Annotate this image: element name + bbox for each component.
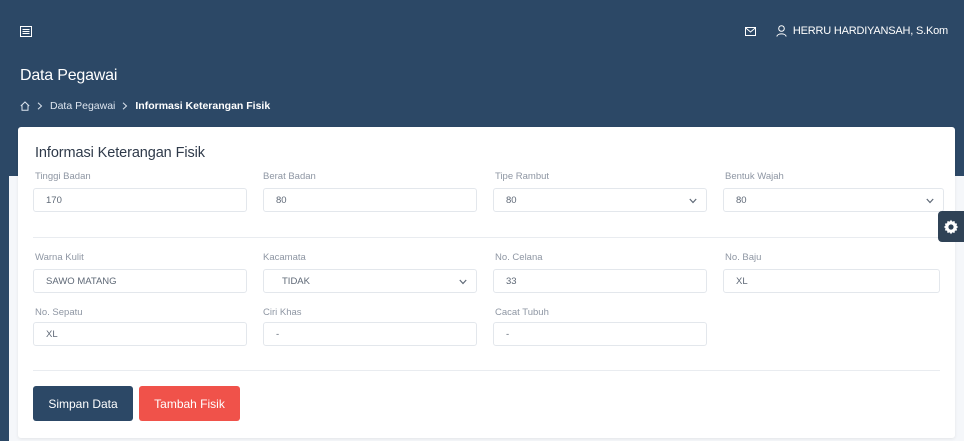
settings-button[interactable] bbox=[938, 211, 964, 242]
chevron-right-icon bbox=[123, 102, 128, 110]
kacamata-label: Kacamata bbox=[263, 252, 306, 263]
tipe-rambut-value: 80 bbox=[506, 194, 517, 206]
warna-kulit-input[interactable]: SAWO MATANG bbox=[33, 269, 247, 293]
cacat-tubuh-value: - bbox=[506, 328, 510, 340]
actions-divider bbox=[33, 370, 940, 371]
topbar-actions: HERRU HARDIYANSAH, S.Kom bbox=[744, 24, 948, 38]
section-divider bbox=[33, 237, 940, 238]
warna-kulit-value: SAWO MATANG bbox=[46, 275, 117, 287]
chevron-right-icon bbox=[37, 102, 43, 110]
kacamata-value: TIDAK bbox=[282, 275, 310, 287]
ciri-khas-input[interactable]: - bbox=[263, 322, 477, 346]
no-baju-input[interactable]: XL bbox=[723, 269, 940, 293]
page-title: Data Pegawai bbox=[20, 67, 118, 84]
berat-badan-input[interactable]: 80 bbox=[263, 188, 477, 212]
breadcrumb-link[interactable]: Data Pegawai bbox=[50, 100, 115, 112]
no-sepatu-value: XL bbox=[46, 328, 58, 340]
menu-icon[interactable] bbox=[20, 26, 32, 37]
berat-badan-label: Berat Badan bbox=[263, 171, 316, 182]
chevron-down-icon bbox=[926, 198, 934, 204]
berat-badan-value: 80 bbox=[276, 194, 287, 206]
save-button[interactable]: Simpan Data bbox=[33, 386, 133, 421]
home-icon[interactable] bbox=[20, 101, 30, 111]
tinggi-badan-input[interactable]: 170 bbox=[33, 188, 247, 212]
section-title: Informasi Keterangan Fisik bbox=[35, 145, 205, 161]
tinggi-badan-label: Tinggi Badan bbox=[35, 171, 91, 182]
bentuk-wajah-value: 80 bbox=[736, 194, 747, 206]
tipe-rambut-label: Tipe Rambut bbox=[495, 171, 550, 182]
chevron-down-icon bbox=[459, 279, 467, 285]
no-sepatu-label: No. Sepatu bbox=[35, 307, 83, 318]
warna-kulit-label: Warna Kulit bbox=[35, 252, 84, 263]
user-icon[interactable] bbox=[776, 25, 787, 37]
bentuk-wajah-select[interactable]: 80 bbox=[723, 188, 944, 212]
ciri-khas-label: Ciri Khas bbox=[263, 307, 302, 318]
kacamata-select[interactable]: TIDAK bbox=[263, 269, 477, 293]
cacat-tubuh-input[interactable]: - bbox=[493, 322, 707, 346]
ciri-khas-value: - bbox=[276, 328, 280, 340]
no-sepatu-input[interactable]: XL bbox=[33, 322, 247, 346]
breadcrumb: Data Pegawai Informasi Keterangan Fisik bbox=[20, 99, 270, 113]
no-celana-label: No. Celana bbox=[495, 252, 543, 263]
breadcrumb-current: Informasi Keterangan Fisik bbox=[135, 100, 271, 112]
tipe-rambut-select[interactable]: 80 bbox=[493, 188, 707, 212]
cacat-tubuh-label: Cacat Tubuh bbox=[495, 307, 549, 318]
no-celana-value: 33 bbox=[506, 275, 517, 287]
tinggi-badan-value: 170 bbox=[46, 194, 62, 206]
user-name[interactable]: HERRU HARDIYANSAH, S.Kom bbox=[793, 25, 948, 37]
no-celana-input[interactable]: 33 bbox=[493, 269, 707, 293]
no-baju-label: No. Baju bbox=[725, 252, 762, 263]
chevron-down-icon bbox=[689, 198, 697, 204]
sidebar-edge bbox=[0, 176, 9, 441]
gear-icon bbox=[943, 219, 959, 234]
form-card: Informasi Keterangan Fisik Tinggi Badan … bbox=[18, 127, 955, 438]
bentuk-wajah-label: Bentuk Wajah bbox=[725, 171, 784, 182]
add-physical-button[interactable]: Tambah Fisik bbox=[139, 386, 240, 421]
no-baju-value: XL bbox=[736, 275, 748, 287]
mail-icon[interactable] bbox=[744, 26, 756, 36]
